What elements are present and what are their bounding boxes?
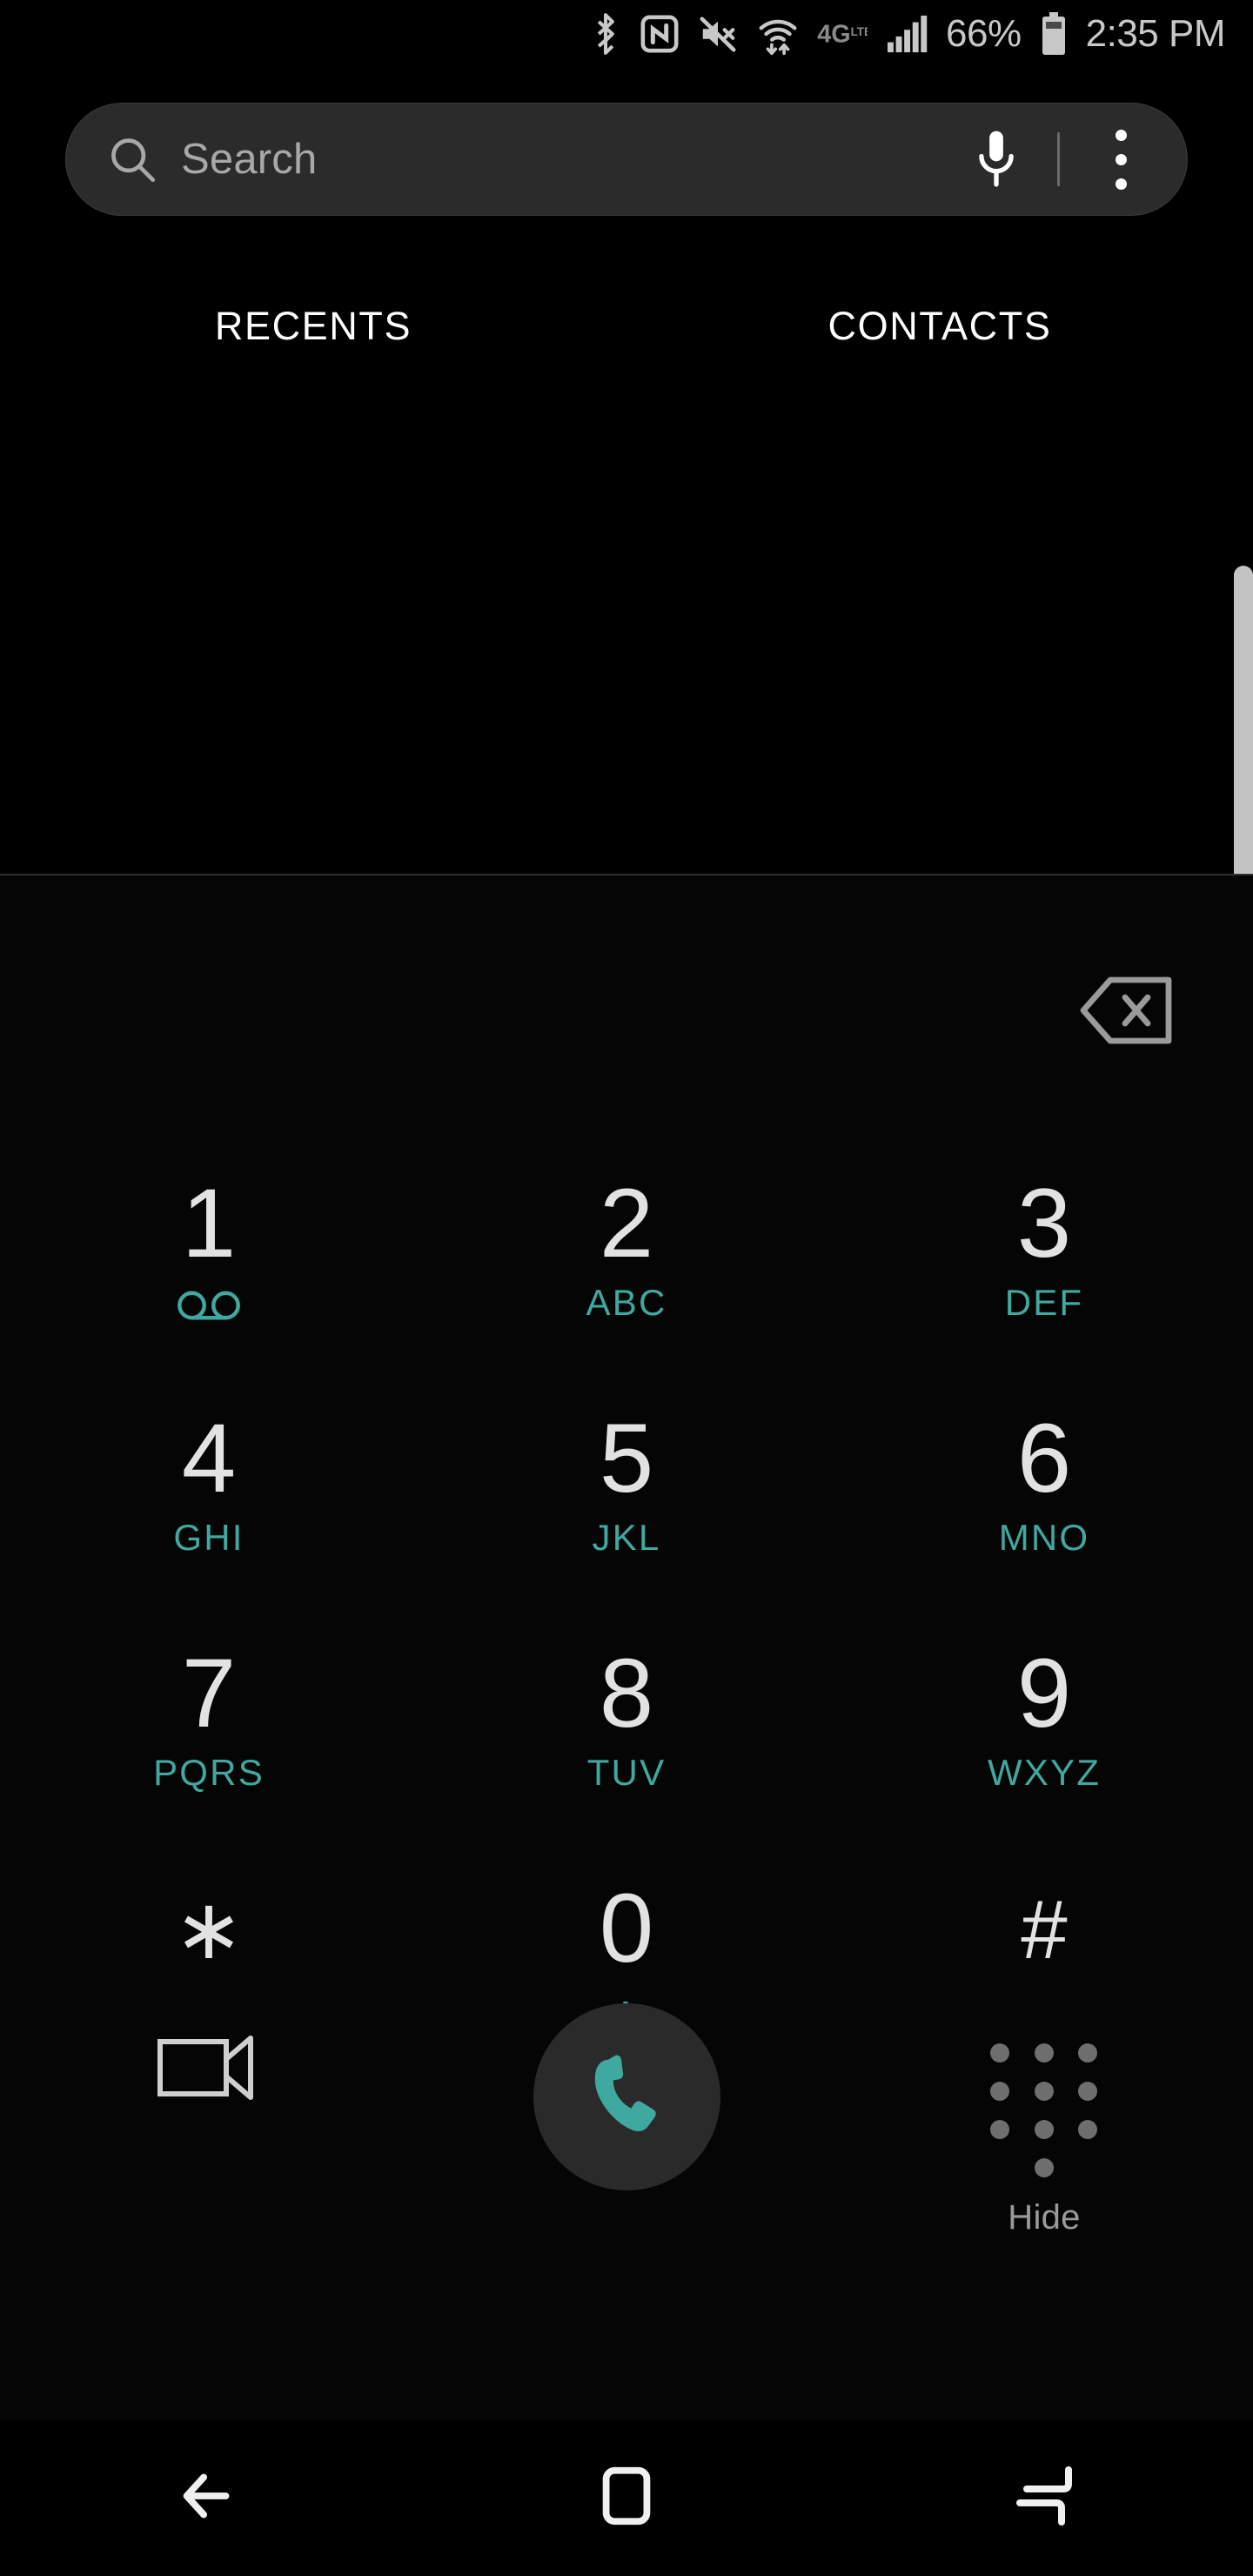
- key-letters: GHI: [173, 1517, 245, 1558]
- keypad-dot: [1034, 2120, 1054, 2139]
- hide-keypad-button[interactable]: Hide: [835, 1998, 1253, 2237]
- tab-recents-label: RECENTS: [214, 304, 412, 348]
- key-letters: ABC: [586, 1282, 667, 1323]
- dialpad-key-2[interactable]: 2 ABC: [418, 1154, 835, 1389]
- search-input[interactable]: Search: [181, 135, 955, 184]
- nav-home-button[interactable]: [418, 2462, 835, 2534]
- clock-label: 2:35 PM: [1085, 12, 1226, 55]
- bluetooth-icon: [589, 12, 622, 56]
- key-digit: 8: [599, 1639, 654, 1748]
- keypad-dot: [1078, 2120, 1098, 2139]
- tab-recents[interactable]: RECENTS: [0, 287, 626, 366]
- dialpad-key-9[interactable]: 9 WXYZ: [835, 1624, 1253, 1859]
- tab-contacts-label: CONTACTS: [828, 304, 1052, 348]
- dial-input-row: [0, 963, 1253, 1067]
- key-letters: TUV: [586, 1752, 667, 1793]
- video-call-button[interactable]: [0, 1998, 418, 2112]
- overflow-menu-icon[interactable]: [1079, 129, 1163, 190]
- phone-dialer-screen: 4G LTE 66% 2:35 PM: [0, 0, 1253, 2576]
- tab-contacts[interactable]: CONTACTS: [626, 287, 1253, 366]
- dialpad-panel: 1 2 ABC 3 DEF 4 GHI 5 JKL 6 MNO 7 PQRS 8…: [0, 875, 1253, 2419]
- keypad-dot: [1034, 2082, 1054, 2101]
- dialpad-row: 7 PQRS 8 TUV 9 WXYZ: [0, 1624, 1253, 1859]
- key-digit: 4: [181, 1404, 237, 1513]
- battery-percent-label: 66%: [946, 12, 1022, 55]
- keypad-dot: [990, 2043, 1009, 2063]
- search-icon: [108, 135, 157, 184]
- video-call-icon: [157, 2028, 261, 2112]
- nfc-icon: [640, 13, 680, 55]
- wifi-data-icon: [756, 12, 800, 56]
- key-letters: PQRS: [153, 1752, 265, 1793]
- status-bar: 4G LTE 66% 2:35 PM: [0, 0, 1253, 68]
- phone-call-icon: [581, 2049, 672, 2144]
- key-digit: ∗: [173, 1883, 245, 1976]
- hide-label: Hide: [1008, 2198, 1081, 2237]
- recent-apps-icon: [1009, 2461, 1079, 2535]
- dialpad-key-4[interactable]: 4 GHI: [0, 1389, 418, 1624]
- key-letters: JKL: [592, 1517, 661, 1558]
- svg-text:LTE: LTE: [851, 25, 868, 38]
- signal-bars-icon: [885, 14, 930, 54]
- overflow-dot: [1115, 129, 1127, 141]
- recents-list-area: [0, 366, 1253, 875]
- dialpad-key-7[interactable]: 7 PQRS: [0, 1624, 418, 1859]
- tab-bar: RECENTS CONTACTS: [0, 287, 1253, 366]
- dialpad-key-6[interactable]: 6 MNO: [835, 1389, 1253, 1624]
- key-letters: WXYZ: [987, 1752, 1102, 1793]
- search-divider: [1057, 132, 1060, 186]
- dialpad-row: 4 GHI 5 JKL 6 MNO: [0, 1389, 1253, 1624]
- call-button-cell: [418, 1998, 835, 2190]
- battery-icon: [1039, 11, 1069, 57]
- dialpad-grid: 1 2 ABC 3 DEF 4 GHI 5 JKL 6 MNO 7 PQRS 8…: [0, 1154, 1253, 2094]
- keypad-dot: [1078, 2043, 1098, 2063]
- mute-icon: [697, 14, 739, 54]
- nav-recents-button[interactable]: [835, 2461, 1253, 2535]
- system-navigation-bar: [0, 2419, 1253, 2576]
- network-4glte-icon: 4G LTE: [817, 14, 868, 54]
- home-square-icon: [593, 2462, 660, 2534]
- key-digit: 6: [1016, 1404, 1072, 1513]
- keypad-dot: [990, 2082, 1009, 2101]
- key-digit: 1: [181, 1169, 237, 1278]
- search-bar[interactable]: Search: [65, 103, 1188, 216]
- key-letters: DEF: [1004, 1282, 1084, 1323]
- nav-back-button[interactable]: [0, 2459, 418, 2538]
- call-button[interactable]: [533, 2003, 720, 2190]
- keypad-dots-icon: [990, 2043, 1098, 2177]
- key-digit: 3: [1016, 1169, 1072, 1278]
- keypad-dot: [1034, 2043, 1054, 2063]
- dialpad-key-3[interactable]: 3 DEF: [835, 1154, 1253, 1389]
- overflow-dot: [1115, 153, 1127, 165]
- svg-text:4G: 4G: [817, 21, 850, 49]
- keypad-dot: [1034, 2158, 1054, 2177]
- microphone-icon[interactable]: [955, 127, 1038, 191]
- key-digit: 7: [181, 1639, 237, 1748]
- key-digit: 0: [599, 1874, 654, 1982]
- keypad-dot: [990, 2120, 1009, 2139]
- key-digit: 2: [599, 1169, 654, 1278]
- dialpad-row: 1 2 ABC 3 DEF: [0, 1154, 1253, 1389]
- back-arrow-icon: [171, 2459, 246, 2538]
- dialpad-key-1[interactable]: 1: [0, 1154, 418, 1389]
- voicemail-icon: [177, 1290, 241, 1321]
- dialpad-key-5[interactable]: 5 JKL: [418, 1389, 835, 1624]
- backspace-button[interactable]: [1066, 963, 1188, 1058]
- overflow-dot: [1115, 178, 1127, 190]
- key-letters: MNO: [998, 1517, 1090, 1558]
- dialpad-key-8[interactable]: 8 TUV: [418, 1624, 835, 1859]
- key-digit: #: [1021, 1883, 1068, 1976]
- dialer-action-row: Hide: [0, 1998, 1253, 2259]
- key-digit: 5: [599, 1404, 654, 1513]
- key-digit: 9: [1016, 1639, 1072, 1748]
- keypad-dot: [1078, 2082, 1098, 2101]
